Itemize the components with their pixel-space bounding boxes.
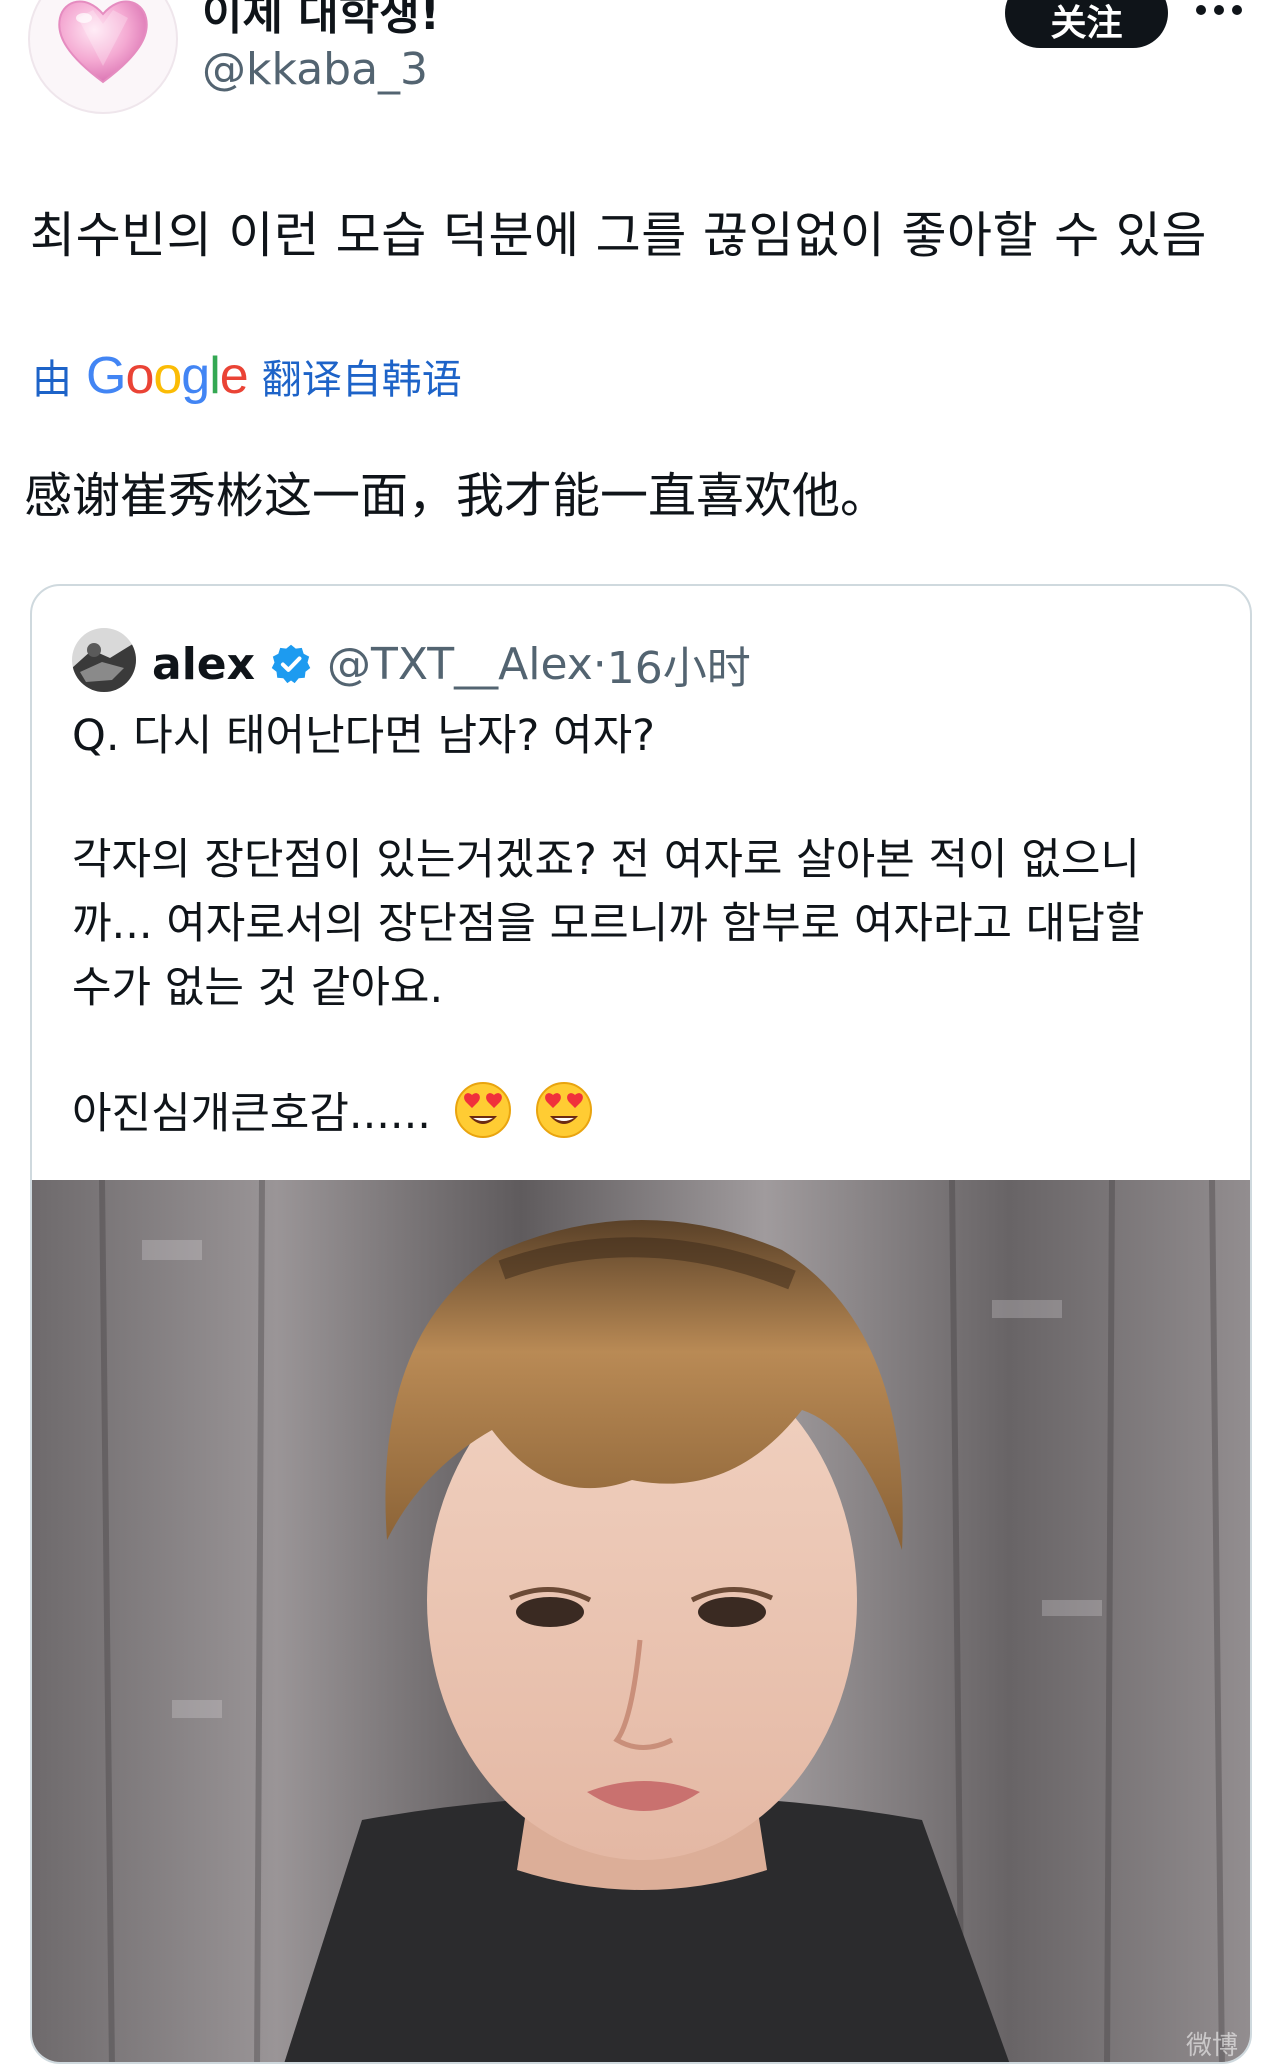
author-handle[interactable]: @kkaba_3 xyxy=(202,44,428,95)
quoted-line: 각자의 장단점이 있는거겠죠? 전 여자로 살아본 적이 없으니 xyxy=(72,835,1140,885)
meta-separator: · xyxy=(592,638,607,690)
verified-badge-icon xyxy=(271,644,311,684)
quoted-author-name[interactable]: alex xyxy=(152,639,255,690)
heart-eyes-emoji-icon xyxy=(536,1082,593,1138)
quoted-line: 수가 없는 것 같아요. xyxy=(72,963,444,1013)
google-logo: Google xyxy=(86,347,249,405)
quoted-author-avatar[interactable] xyxy=(72,628,136,692)
tweet-text: 최수빈의 이런 모습 덕분에 그를 끊임없이 좋아할 수 있음 xyxy=(30,207,1207,264)
quoted-tweet-body: Q. 다시 태어난다면 남자? 여자? 각자의 장단점이 있는거겠죠? 전 여자… xyxy=(72,704,1222,1144)
quoted-line: Q. 다시 태어난다면 남자? 여자? xyxy=(72,711,655,761)
photo-watermark: 微博 xyxy=(1185,2031,1238,2061)
quoted-line-last: 아진심개큰호감...... xyxy=(72,1080,1222,1144)
translation-suffix: 翻译自韩语 xyxy=(261,357,462,403)
more-options-icon[interactable] xyxy=(1196,0,1248,20)
quoted-line: 까... 여자로서의 장단점을 모르니까 함부로 여자라고 대답할 xyxy=(72,899,1145,949)
translated-text: 感谢崔秀彬这一面，我才能一直喜欢他。 xyxy=(24,468,889,524)
heart-gem-icon xyxy=(58,0,148,84)
author-display-name[interactable]: 이제 대학생! xyxy=(202,0,440,42)
quoted-header: alex @TXT__Alex · 16小时 xyxy=(152,632,751,696)
quoted-author-handle[interactable]: @TXT__Alex xyxy=(327,639,593,690)
quoted-media-photo[interactable]: 微博 xyxy=(32,1180,1250,2062)
translation-attribution[interactable]: 由 Google 翻译自韩语 xyxy=(32,346,462,406)
quoted-tweet-card[interactable]: alex @TXT__Alex · 16小时 Q. 다시 태어난다면 남자? 여… xyxy=(30,584,1252,2064)
translation-prefix: 由 xyxy=(32,357,72,403)
heart-eyes-emoji-icon xyxy=(454,1082,511,1138)
avatar-photo-icon xyxy=(72,628,136,692)
author-avatar[interactable] xyxy=(28,0,178,114)
portrait-photo-image xyxy=(32,1180,1250,2062)
quoted-timestamp[interactable]: 16小时 xyxy=(607,632,751,696)
quoted-line-text: 아진심개큰호감...... xyxy=(72,1089,431,1139)
follow-button[interactable]: 关注 xyxy=(1005,0,1168,48)
